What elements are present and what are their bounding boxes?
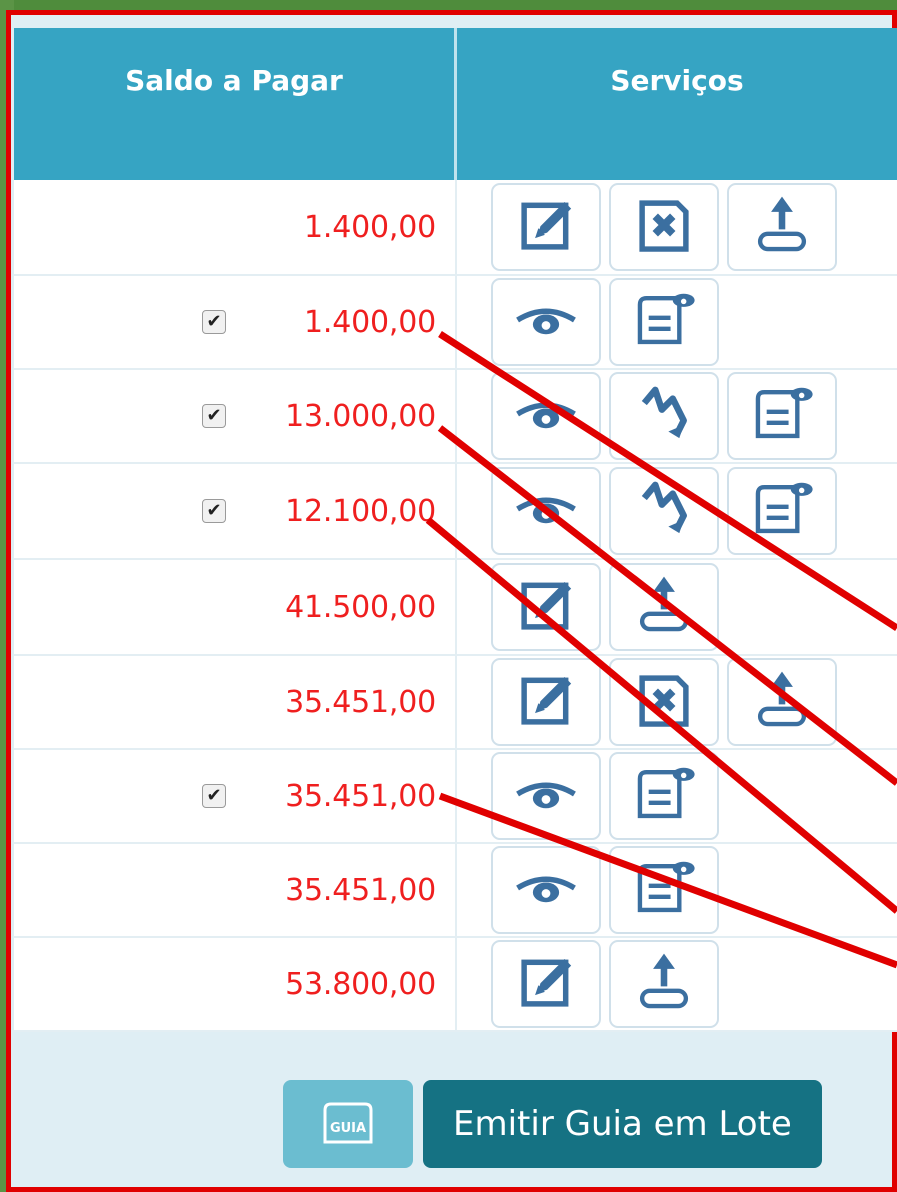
saldo-amount: 35.451,00 <box>285 778 436 814</box>
edit-button[interactable] <box>491 940 601 1028</box>
guide-button[interactable] <box>727 467 837 555</box>
guia-icon-label: GUIA <box>330 1121 366 1136</box>
guide-icon <box>747 474 817 548</box>
guide-icon <box>629 853 699 927</box>
upload-button[interactable] <box>609 940 719 1028</box>
view-button[interactable] <box>491 846 601 934</box>
saldo-amount: 1.400,00 <box>304 209 436 245</box>
edit-icon <box>511 665 581 739</box>
table-row: ✔ 12.100,00 <box>14 464 897 560</box>
guia-icon: GUIA <box>323 1102 373 1144</box>
row-checkbox[interactable]: ✔ <box>202 784 226 808</box>
table-header: Saldo a Pagar Serviços <box>14 28 897 180</box>
view-button[interactable] <box>491 752 601 840</box>
servicos-cell <box>457 464 897 558</box>
emitir-guia-em-lote-button[interactable]: Emitir Guia em Lote <box>423 1080 822 1168</box>
upload-icon <box>747 665 817 739</box>
table-row: ✔ 1.400,00 <box>14 276 897 370</box>
saldo-amount: 35.451,00 <box>285 684 436 720</box>
table-row: 53.800,00 <box>14 938 897 1032</box>
guide-icon <box>747 379 817 453</box>
servicos-cell <box>457 656 897 748</box>
table-row: 35.451,00 <box>14 844 897 938</box>
servicos-cell <box>457 750 897 842</box>
zigzag-icon <box>629 379 699 453</box>
saldo-cell: 41.500,00 <box>14 560 457 654</box>
eye-icon <box>511 474 581 548</box>
upload-button[interactable] <box>609 563 719 651</box>
view-button[interactable] <box>491 372 601 460</box>
row-checkbox[interactable]: ✔ <box>202 499 226 523</box>
saldo-amount: 53.800,00 <box>285 966 436 1002</box>
row-checkbox[interactable]: ✔ <box>202 404 226 428</box>
saldo-amount: 35.451,00 <box>285 872 436 908</box>
servicos-cell <box>457 938 897 1030</box>
delete-icon <box>629 190 699 264</box>
guide-icon <box>629 759 699 833</box>
edit-icon <box>511 947 581 1021</box>
eye-icon <box>511 285 581 359</box>
upload-button[interactable] <box>727 658 837 746</box>
table-row: 35.451,00 <box>14 656 897 750</box>
guide-button[interactable] <box>609 278 719 366</box>
saldo-amount: 12.100,00 <box>285 493 436 529</box>
delete-icon <box>629 665 699 739</box>
edit-icon <box>511 570 581 644</box>
guia-button[interactable]: GUIA <box>283 1080 413 1168</box>
table-row: 1.400,00 <box>14 180 897 276</box>
payments-table: Saldo a Pagar Serviços 1.400,00 ✔ 1.400,00… <box>14 28 897 1032</box>
eye-icon <box>511 759 581 833</box>
footer-actions: GUIA Emitir Guia em Lote <box>283 1080 822 1168</box>
edit-button[interactable] <box>491 183 601 271</box>
saldo-cell: ✔ 13.000,00 <box>14 370 457 462</box>
zigzag-icon <box>629 474 699 548</box>
saldo-cell: ✔ 35.451,00 <box>14 750 457 842</box>
guide-button[interactable] <box>727 372 837 460</box>
table-row: 41.500,00 <box>14 560 897 656</box>
table-body: 1.400,00 ✔ 1.400,00 ✔ 13.000,00 ✔ 12.100,00 41.… <box>14 180 897 1032</box>
saldo-cell: 1.400,00 <box>14 180 457 274</box>
servicos-cell <box>457 180 897 274</box>
upload-icon <box>629 570 699 644</box>
saldo-cell: 35.451,00 <box>14 844 457 936</box>
delete-button[interactable] <box>609 658 719 746</box>
saldo-cell: 35.451,00 <box>14 656 457 748</box>
table-row: ✔ 13.000,00 <box>14 370 897 464</box>
upload-icon <box>747 190 817 264</box>
guide-button[interactable] <box>609 846 719 934</box>
saldo-amount: 13.000,00 <box>285 398 436 434</box>
view-button[interactable] <box>491 278 601 366</box>
guide-button[interactable] <box>609 752 719 840</box>
upload-button[interactable] <box>727 183 837 271</box>
edit-icon <box>511 190 581 264</box>
header-saldo-a-pagar: Saldo a Pagar <box>14 28 457 180</box>
saldo-cell: ✔ 12.100,00 <box>14 464 457 558</box>
delete-button[interactable] <box>609 183 719 271</box>
servicos-cell <box>457 560 897 654</box>
servicos-cell <box>457 370 897 462</box>
view-button[interactable] <box>491 467 601 555</box>
upload-icon <box>629 947 699 1021</box>
eye-icon <box>511 379 581 453</box>
edit-button[interactable] <box>491 658 601 746</box>
servicos-cell <box>457 276 897 368</box>
history-button[interactable] <box>609 372 719 460</box>
row-checkbox[interactable]: ✔ <box>202 310 226 334</box>
header-servicos: Serviços <box>610 64 744 97</box>
saldo-cell: ✔ 1.400,00 <box>14 276 457 368</box>
guide-icon <box>629 285 699 359</box>
servicos-cell <box>457 844 897 936</box>
edit-button[interactable] <box>491 563 601 651</box>
history-button[interactable] <box>609 467 719 555</box>
saldo-amount: 41.500,00 <box>285 589 436 625</box>
table-row: ✔ 35.451,00 <box>14 750 897 844</box>
eye-icon <box>511 853 581 927</box>
saldo-cell: 53.800,00 <box>14 938 457 1030</box>
saldo-amount: 1.400,00 <box>304 304 436 340</box>
